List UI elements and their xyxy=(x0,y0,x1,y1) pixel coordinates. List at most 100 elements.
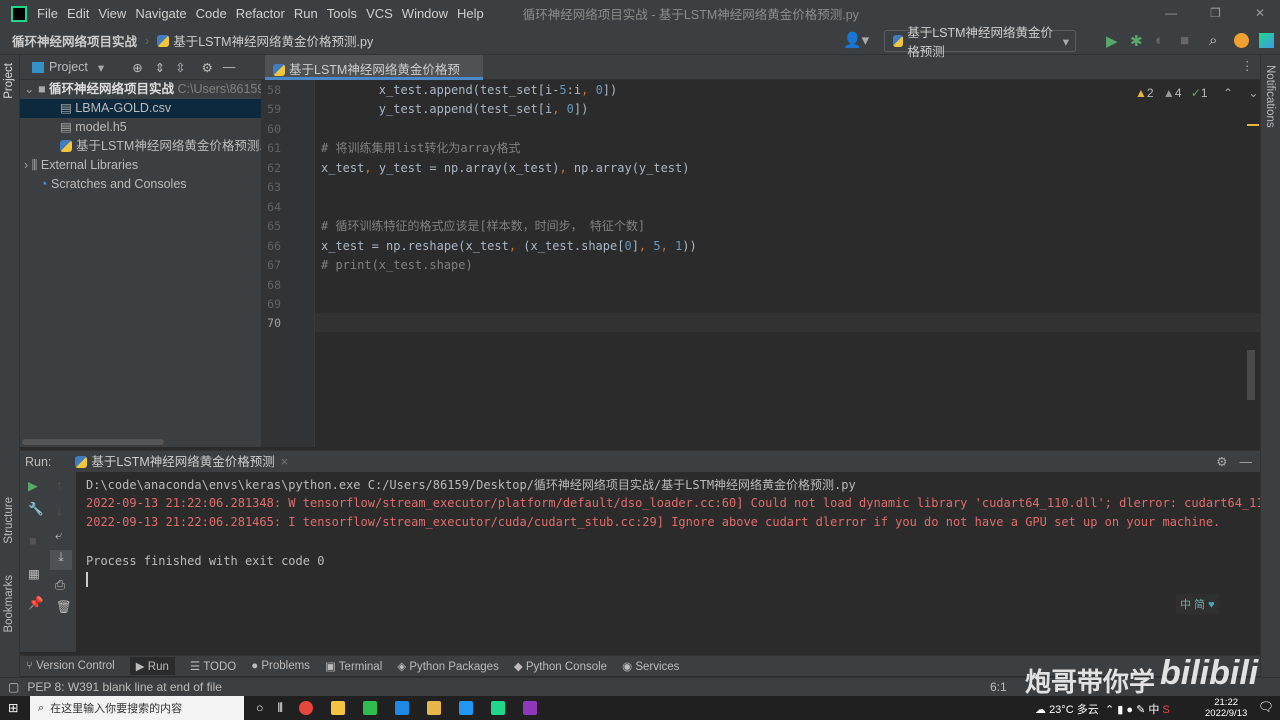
menu-tools[interactable]: Tools xyxy=(327,6,357,21)
tree-item-root[interactable]: ⌄ ■ 循环神经网络项目实战 C:\Users\86159\ xyxy=(20,80,261,99)
menu-code[interactable]: Code xyxy=(196,6,227,21)
menu-edit[interactable]: Edit xyxy=(67,6,89,21)
user-account-icon[interactable]: 👤▾ xyxy=(843,31,869,49)
windows-start-icon[interactable]: ⊞ xyxy=(8,700,18,715)
close-tab-icon[interactable]: × xyxy=(281,455,288,469)
breadcrumb-file[interactable]: 基于LSTM神经网络黄金价格预测.py xyxy=(173,31,373,50)
expand-all-icon[interactable]: ⇕ xyxy=(155,60,165,75)
run-configuration-select[interactable]: 基于LSTM神经网络黄金价格预测 ▾ xyxy=(884,26,1076,59)
warning-icon: ▲ xyxy=(1135,86,1147,100)
task-view-icon[interactable]: ⫴ xyxy=(278,701,283,716)
hide-icon[interactable]: — xyxy=(223,60,236,74)
next-highlight-icon[interactable]: ⌄ xyxy=(1248,86,1258,100)
vertical-scrollbar[interactable] xyxy=(1247,350,1255,400)
tab-editor-file[interactable]: 基于LSTM神经网络黄金价格预测.py× xyxy=(265,55,483,96)
previous-highlight-icon[interactable]: ⌃ xyxy=(1223,86,1233,100)
line-number: 60 xyxy=(267,121,281,136)
stop-icon[interactable]: ■ xyxy=(1180,32,1189,49)
wechat-icon[interactable] xyxy=(362,701,377,715)
tab-services[interactable]: ◉ Services xyxy=(622,659,679,673)
notes-icon[interactable] xyxy=(330,701,345,715)
code-token: # print(x_test.shape) xyxy=(321,258,473,273)
breadcrumb-project[interactable]: 循环神经网络项目实战 xyxy=(12,31,137,50)
tab-run[interactable]: ▶ Run xyxy=(129,657,175,675)
menu-window[interactable]: Window xyxy=(402,6,448,21)
taskbar-search[interactable]: ⌕ 在这里输入你要搜索的内容 xyxy=(30,696,244,720)
maps-icon[interactable] xyxy=(394,701,409,715)
menu-file[interactable]: File xyxy=(37,6,58,21)
menu-view[interactable]: View xyxy=(98,6,126,21)
pin-icon[interactable]: 📌 xyxy=(28,596,44,611)
caret-position[interactable]: 6:1 xyxy=(990,680,1007,694)
chrome-icon[interactable] xyxy=(298,701,313,715)
file-explorer-icon[interactable] xyxy=(426,701,441,715)
gear-icon[interactable]: ⚙ xyxy=(1216,454,1227,469)
code-token: y_test.append(test_set[i xyxy=(321,102,553,117)
trash-icon[interactable]: 🗑 xyxy=(56,600,72,615)
menu-vcs[interactable]: VCS xyxy=(366,6,393,21)
tree-item-scratches[interactable]: ◔ Scratches and Consoles xyxy=(20,175,261,194)
soft-wrap-icon[interactable]: ⤶ xyxy=(55,528,62,543)
tab-version-control[interactable]: ⑂ Version Control xyxy=(26,660,115,672)
wrench-icon[interactable]: 🔧 xyxy=(28,502,44,517)
update-icon[interactable] xyxy=(1234,33,1249,48)
error-stripe-mark[interactable] xyxy=(1247,124,1259,126)
tab-problems[interactable]: ● Problems xyxy=(251,660,310,672)
project-tool-button[interactable]: Project xyxy=(3,63,15,99)
rerun-icon[interactable]: ▶ xyxy=(28,478,38,493)
code-editor[interactable]: ▲2 ▲4 ✓1 ⌃ ⌄ x_test.append(test_set[i-5:… xyxy=(315,80,1260,447)
menu-refactor[interactable]: Refactor xyxy=(236,6,285,21)
run-console-output[interactable]: 中 简 ♥ D:\code\anaconda\envs\keras\python… xyxy=(76,472,1260,652)
restore-button[interactable]: ❐ xyxy=(1210,6,1221,20)
scroll-to-end-icon[interactable]: ⤓ xyxy=(50,550,72,570)
plugin-icon[interactable] xyxy=(1259,33,1274,48)
tab-python-packages[interactable]: ◈ Python Packages xyxy=(397,659,499,673)
down-arrow-icon[interactable]: ↓ xyxy=(56,504,62,518)
debug-icon[interactable]: ✱ xyxy=(1130,32,1143,50)
coverage-icon[interactable]: ◐ xyxy=(1155,32,1164,49)
horizontal-scrollbar[interactable] xyxy=(22,439,164,445)
locate-icon[interactable]: ⊕ xyxy=(132,60,142,75)
print-icon[interactable]: ⎙ xyxy=(55,578,65,593)
tab-todo[interactable]: ☰ TODO xyxy=(190,659,236,673)
collapse-all-icon[interactable]: ⇳ xyxy=(175,60,185,75)
chevron-right-icon: › xyxy=(24,158,32,172)
app-icon[interactable] xyxy=(458,701,473,715)
up-arrow-icon[interactable]: ↑ xyxy=(56,478,62,492)
notifications-tool-button[interactable]: Notifications xyxy=(1264,65,1276,128)
menu-run[interactable]: Run xyxy=(294,6,318,21)
search-icon[interactable]: ⌕ xyxy=(1209,32,1217,49)
weather[interactable]: ☁ 23°C 多云 xyxy=(1035,701,1099,717)
project-view-select[interactable]: Project xyxy=(49,60,88,74)
menu-help[interactable]: Help xyxy=(457,6,484,21)
more-icon[interactable]: ⋮ xyxy=(1241,58,1254,73)
inspection-widget[interactable]: ▲2 ▲4 ✓1 ⌃ ⌄ xyxy=(1135,86,1258,100)
clock[interactable]: 21:22 2022/9/13 xyxy=(1205,697,1247,719)
tree-item-file[interactable]: ▤ LBMA-GOLD.csv xyxy=(20,99,261,118)
external-libraries-label: External Libraries xyxy=(40,158,139,172)
gear-icon[interactable]: ⚙ xyxy=(202,60,213,75)
pycharm-taskbar-icon[interactable] xyxy=(490,701,505,715)
toggle-tool-windows-icon[interactable]: ▢ xyxy=(8,680,19,694)
tree-item-file[interactable]: ▤ model.h5 xyxy=(20,118,261,137)
chevron-down-icon[interactable]: ▾ xyxy=(98,60,104,75)
onenote-icon[interactable] xyxy=(522,701,537,715)
tree-item-file[interactable]: 基于LSTM神经网络黄金价格预测.py xyxy=(20,137,261,156)
hide-panel-icon[interactable]: — xyxy=(1240,455,1253,469)
run-tab[interactable]: 基于LSTM神经网络黄金价格预测 × xyxy=(69,449,295,475)
cortana-icon[interactable]: ○ xyxy=(256,701,264,715)
menu-navigate[interactable]: Navigate xyxy=(135,6,186,21)
tree-item-external-libraries[interactable]: › ⫼ External Libraries xyxy=(20,156,261,175)
run-icon[interactable]: ▶ xyxy=(1106,32,1118,50)
notification-center-icon[interactable]: 🗨 xyxy=(1258,700,1274,715)
stop-icon[interactable]: ■ xyxy=(29,534,37,548)
minimize-button[interactable]: — xyxy=(1165,6,1177,20)
bookmarks-tool-button[interactable]: Bookmarks xyxy=(3,575,15,633)
tab-python-console[interactable]: ◆ Python Console xyxy=(514,659,607,673)
tray-icons[interactable]: ⌃ ▮ ● ✎ 中 S xyxy=(1105,701,1170,717)
structure-tool-button[interactable]: Structure xyxy=(3,497,15,544)
close-window-button[interactable]: ✕ xyxy=(1255,6,1265,20)
tab-terminal[interactable]: ▣ Terminal xyxy=(325,659,382,673)
ime-indicator[interactable]: 中 简 ♥ xyxy=(1176,594,1219,614)
layout-icon[interactable]: ▦ xyxy=(28,566,40,581)
